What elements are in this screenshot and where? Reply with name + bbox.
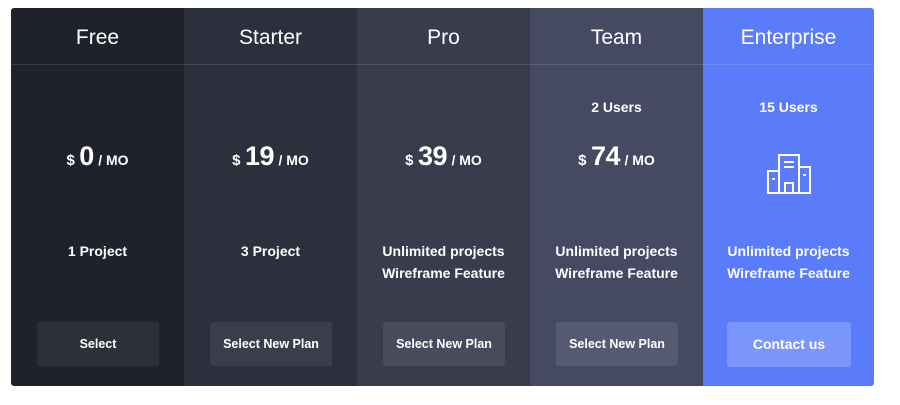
feature-item: 3 Project	[240, 243, 301, 259]
feature-item: 1 Project	[67, 243, 128, 259]
plan-pro: Pro $ 39 / MO Unlimited projects Wirefra…	[357, 8, 530, 386]
pricing-table: Free $ 0 / MO 1 Project Select Starter $…	[11, 8, 874, 386]
plan-name: Enterprise	[703, 8, 874, 65]
plan-features: Unlimited projects Wireframe Feature	[530, 240, 703, 284]
plan-features: Unlimited projects Wireframe Feature	[703, 240, 874, 284]
price-period: / MO	[98, 152, 129, 168]
feature-item: Unlimited projects	[555, 243, 678, 259]
plan-features: Unlimited projects Wireframe Feature	[357, 240, 530, 284]
price-currency: $	[405, 152, 414, 169]
plan-price: $ 19 / MO	[184, 141, 357, 172]
plan-name: Starter	[184, 8, 357, 65]
price-amount: 39	[417, 141, 448, 171]
price-period: / MO	[451, 152, 482, 168]
plan-team: Team 2 Users $ 74 / MO Unlimited project…	[530, 8, 703, 386]
price-amount: 19	[244, 141, 275, 171]
price-amount: 74	[590, 141, 621, 171]
plan-price: $ 0 / MO	[11, 141, 184, 172]
feature-item: Unlimited projects	[727, 243, 850, 259]
plan-features: 3 Project	[184, 240, 357, 262]
plan-users: 15 Users	[759, 99, 818, 115]
plan-price: $ 74 / MO	[530, 141, 703, 172]
plan-name: Pro	[357, 8, 530, 65]
select-button[interactable]: Select	[37, 322, 159, 366]
plan-free: Free $ 0 / MO 1 Project Select	[11, 8, 184, 386]
select-new-plan-button[interactable]: Select New Plan	[556, 322, 678, 366]
plan-enterprise: Enterprise 15 Users Unlimited projects W…	[703, 8, 874, 386]
feature-item: Wireframe Feature	[727, 265, 850, 281]
price-currency: $	[232, 152, 241, 169]
price-amount: 0	[79, 141, 94, 171]
feature-item: Wireframe Feature	[382, 265, 505, 281]
price-period: / MO	[278, 152, 309, 168]
plan-name: Team	[530, 8, 703, 65]
contact-us-button[interactable]: Contact us	[727, 322, 851, 367]
select-new-plan-button[interactable]: Select New Plan	[383, 322, 505, 366]
price-period: / MO	[624, 152, 655, 168]
select-new-plan-button[interactable]: Select New Plan	[210, 322, 332, 366]
plan-price: $ 39 / MO	[357, 141, 530, 172]
feature-item: Wireframe Feature	[555, 265, 678, 281]
plan-users: 2 Users	[591, 99, 642, 115]
feature-item: Unlimited projects	[382, 243, 505, 259]
plan-features: 1 Project	[11, 240, 184, 262]
plan-starter: Starter $ 19 / MO 3 Project Select New P…	[184, 8, 357, 386]
building-icon	[703, 153, 874, 197]
price-currency: $	[66, 152, 75, 169]
price-currency: $	[578, 152, 587, 169]
plan-name: Free	[11, 8, 184, 65]
